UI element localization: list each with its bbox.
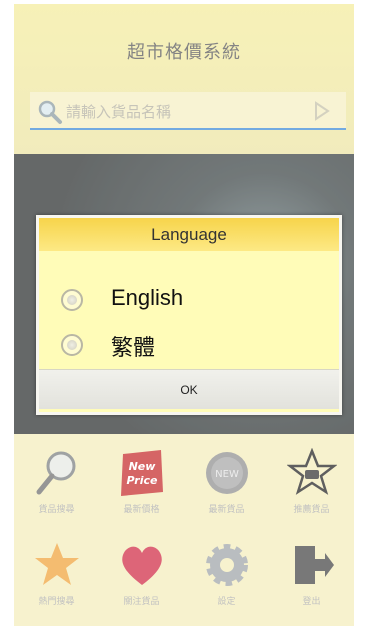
language-option-traditional-chinese[interactable]: 繁體 bbox=[39, 325, 339, 365]
radio-button[interactable] bbox=[61, 334, 83, 356]
language-option-english[interactable]: English bbox=[39, 280, 339, 320]
phone-screen: 超市格價系統 貨品搜尋 New Price bbox=[14, 4, 354, 626]
ok-button[interactable]: OK bbox=[39, 369, 339, 409]
radio-button[interactable] bbox=[61, 289, 83, 311]
language-option-label: 繁體 bbox=[111, 335, 156, 360]
dialog-title: Language bbox=[39, 218, 339, 251]
language-dialog: Language English 繁體 OK bbox=[36, 215, 342, 415]
language-option-label: English bbox=[111, 285, 184, 310]
